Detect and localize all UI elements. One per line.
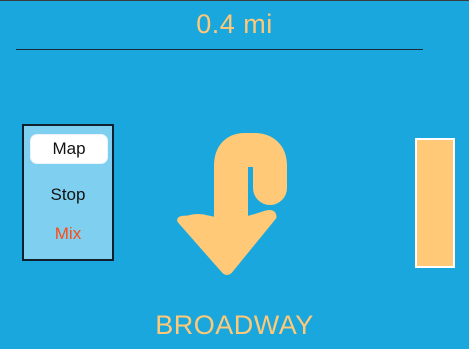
side-indicator-bar: [415, 138, 455, 268]
distance-readout: 0.4 mi: [196, 9, 273, 39]
u-turn-left-arrow-icon: [168, 123, 308, 283]
mode-item-stop[interactable]: Stop: [30, 181, 106, 209]
street-name: BROADWAY: [155, 310, 314, 340]
mode-item-mix[interactable]: Mix: [30, 220, 106, 248]
header-divider: [16, 49, 423, 50]
mode-menu: Map Stop Mix: [22, 124, 114, 261]
navigation-screen: 0.4 mi Map Stop Mix BROADWAY: [0, 0, 469, 349]
mode-item-map[interactable]: Map: [30, 134, 108, 164]
